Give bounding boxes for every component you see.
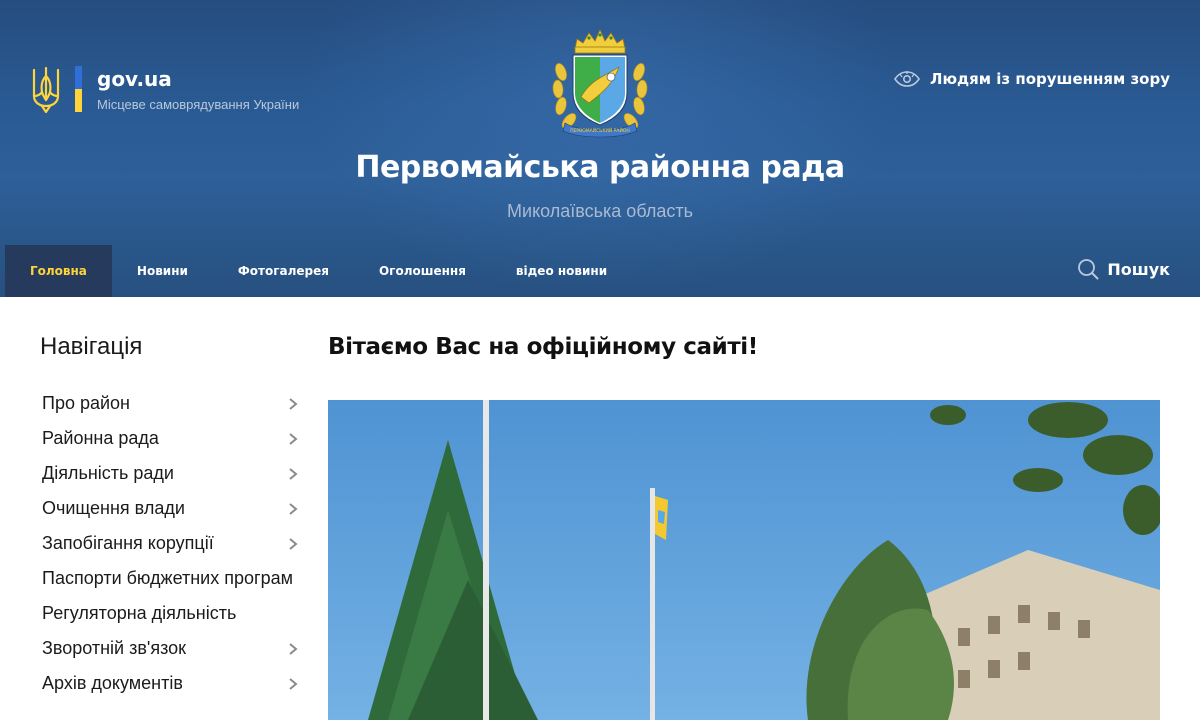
search-icon <box>1078 259 1099 280</box>
nav-item-news[interactable]: Новини <box>112 245 213 297</box>
nav-item-video-news[interactable]: відео новини <box>491 245 632 297</box>
search-button[interactable]: Пошук <box>1077 258 1170 280</box>
sidebar-item-document-archive[interactable]: Архів документів <box>42 666 304 701</box>
accessibility-link[interactable]: Людям із порушенням зору <box>894 70 1170 88</box>
govua-logo-link[interactable]: gov.ua Місцеве самоврядування України <box>30 66 299 114</box>
chevron-right-icon <box>289 397 298 410</box>
site-title[interactable]: Первомайська районна рада <box>0 150 1200 185</box>
chevron-right-icon <box>289 467 298 480</box>
sidebar-item-feedback[interactable]: Зворотній зв'язок <box>42 631 304 666</box>
sidebar-item-label: Запобігання корупції <box>42 533 214 553</box>
govua-title: gov.ua <box>97 67 172 91</box>
sidebar-item-label: Очищення влади <box>42 498 185 518</box>
search-label: Пошук <box>1107 259 1170 279</box>
page-title: Вітаємо Вас на офіційному сайті! <box>328 334 758 360</box>
ukraine-flag-icon <box>75 66 82 112</box>
sidebar-item-regulatory[interactable]: Регуляторна діяльність <box>42 596 304 631</box>
sidebar-item-council-activity[interactable]: Діяльність ради <box>42 456 304 491</box>
sidebar-item-label: Паспорти бюджетних програм <box>42 568 293 588</box>
sidebar-item-label: Про район <box>42 393 130 413</box>
sidebar-menu: Про район Районна рада Діяльність ради О… <box>42 386 304 701</box>
nav-item-photo-gallery[interactable]: Фотогалерея <box>213 245 354 297</box>
coat-of-arms-icon[interactable]: ПЕРВОМАЙСЬКИЙ РАЙОН <box>551 27 649 139</box>
sidebar-item-about-district[interactable]: Про район <box>42 386 304 421</box>
chevron-right-icon <box>289 537 298 550</box>
sidebar-item-label: Діяльність ради <box>42 463 174 483</box>
sidebar-item-label: Районна рада <box>42 428 159 448</box>
chevron-right-icon <box>289 642 298 655</box>
emblem-ribbon-text: ПЕРВОМАЙСЬКИЙ РАЙОН <box>570 127 630 134</box>
main-nav: Головна Новини Фотогалерея Оголошення ві… <box>5 245 632 297</box>
chevron-right-icon <box>289 677 298 690</box>
sidebar-item-anti-corruption[interactable]: Запобігання корупції <box>42 526 304 561</box>
accessibility-label: Людям із порушенням зору <box>929 70 1170 88</box>
building-with-flagpoles-photo-icon <box>328 400 1160 720</box>
sidebar-item-label: Регуляторна діяльність <box>42 603 237 623</box>
trident-icon <box>32 66 60 114</box>
eye-icon <box>894 71 920 87</box>
site-header: gov.ua Місцеве самоврядування України ПЕ… <box>0 0 1200 297</box>
building-photo <box>328 400 1160 720</box>
govua-subtitle: Місцеве самоврядування України <box>97 97 300 112</box>
chevron-right-icon <box>289 432 298 445</box>
sidebar-title: Навігація <box>40 333 143 360</box>
sidebar-item-label: Архів документів <box>42 673 183 693</box>
sidebar-item-lustration[interactable]: Очищення влади <box>42 491 304 526</box>
sidebar-item-label: Зворотній зв'язок <box>42 638 187 658</box>
site-subtitle: Миколаївська область <box>507 201 693 221</box>
chevron-right-icon <box>289 502 298 515</box>
sidebar-item-budget-passports[interactable]: Паспорти бюджетних програм <box>42 561 304 596</box>
nav-item-announcements[interactable]: Оголошення <box>354 245 491 297</box>
nav-item-home[interactable]: Головна <box>5 245 112 297</box>
sidebar-item-district-council[interactable]: Районна рада <box>42 421 304 456</box>
